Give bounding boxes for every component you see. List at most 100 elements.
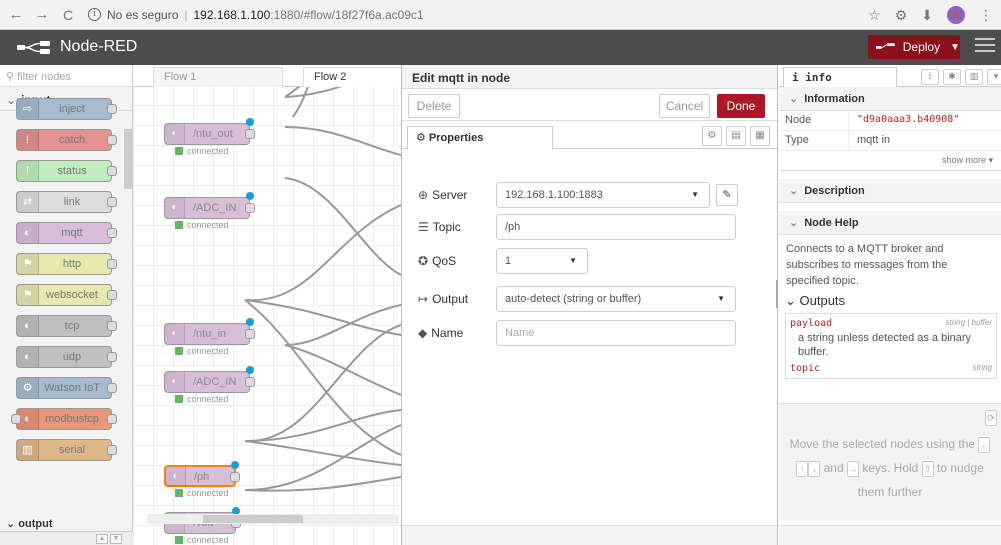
info-icon: i bbox=[792, 71, 806, 84]
palette-node-catch[interactable]: ! catch bbox=[16, 129, 117, 151]
sidebar-menu-chevron-icon[interactable]: ▾ bbox=[987, 69, 1001, 85]
output-port[interactable] bbox=[107, 290, 117, 300]
extension-icon[interactable]: ⚙ bbox=[895, 7, 908, 24]
output-select[interactable]: auto-detect (string or buffer) ▼ bbox=[496, 286, 736, 312]
hamburger-menu-icon[interactable] bbox=[975, 38, 995, 56]
output-port[interactable] bbox=[107, 197, 117, 207]
forward-icon[interactable]: → bbox=[32, 6, 52, 23]
flow-node-mqtt[interactable]: ◐ /ADC_IN bbox=[164, 366, 255, 393]
palette-filter-input[interactable]: ⚲ filter nodes bbox=[0, 65, 132, 87]
profile-avatar[interactable]: W bbox=[947, 6, 965, 24]
output-port[interactable] bbox=[107, 259, 117, 269]
flow-node-mqtt[interactable]: ◐ /ph bbox=[164, 461, 240, 487]
palette-node-status[interactable]: ! status bbox=[16, 160, 117, 182]
show-more-link[interactable]: show more ▾ bbox=[779, 151, 1001, 171]
tab-info[interactable]: i info bbox=[783, 67, 897, 87]
flow-workspace[interactable]: Flow 1 Flow 2 ◐/ntu_out connected ◐/ADC_IN… bbox=[133, 65, 401, 545]
info-value[interactable]: "d9a0aaa3.b40908" bbox=[849, 111, 959, 130]
palette-node-inject[interactable]: ⇨ inject bbox=[16, 98, 117, 120]
browser-menu-icon[interactable]: ⋮ bbox=[979, 7, 993, 24]
palette-scrollbar[interactable] bbox=[123, 89, 133, 189]
tip-panel: ⟳ Move the selected nodes using the ← ↑ ↓… bbox=[779, 403, 1001, 521]
output-property: topic string bbox=[790, 363, 992, 374]
flow-node-mqtt[interactable]: ◐ /ADC_IN bbox=[164, 192, 255, 219]
tip-text: Move the selected nodes using the ← ↑ ↓ a… bbox=[785, 432, 995, 504]
changed-badge bbox=[246, 192, 254, 200]
download-icon[interactable]: ⬇ bbox=[921, 7, 933, 24]
node-status-text: connected bbox=[187, 394, 229, 404]
node-help-section[interactable]: ⌄ Node Help bbox=[779, 211, 1001, 235]
palette-node-tcp[interactable]: ◐ tcp bbox=[16, 315, 117, 337]
editor-resize-handle[interactable] bbox=[776, 280, 778, 308]
server-select[interactable]: 192.168.1.100:1883 ▼ bbox=[496, 182, 710, 208]
flow-node-mqtt[interactable]: ◐ /ntu_in bbox=[164, 318, 255, 345]
done-button[interactable]: Done bbox=[717, 94, 765, 118]
output-port[interactable] bbox=[245, 377, 255, 387]
editor-footer bbox=[402, 525, 777, 545]
appearance-icon[interactable]: ▦ bbox=[750, 126, 770, 146]
information-section[interactable]: ⌄ Information bbox=[779, 87, 1001, 111]
address-bar[interactable]: i No es seguro | 192.168.1.100:1880/#flo… bbox=[88, 8, 424, 22]
chevron-down-icon[interactable]: ▼ bbox=[950, 42, 960, 53]
info-tab-icon[interactable]: i bbox=[921, 69, 939, 85]
reload-icon[interactable]: C bbox=[58, 7, 78, 23]
caret-icon: ▼ bbox=[717, 294, 725, 303]
delete-button[interactable]: Delete bbox=[408, 94, 460, 118]
output-property-name: payload bbox=[790, 318, 833, 329]
info-icon[interactable]: i bbox=[88, 8, 101, 21]
node-editor-tray: Edit mqtt in node Delete Cancel Done ⚙ P… bbox=[401, 65, 778, 545]
expand-all-icon[interactable]: ▼ bbox=[110, 534, 122, 544]
output-port[interactable] bbox=[107, 445, 117, 455]
info-sidebar: i info i ✱ ▥ ▾ ⌄ Information Node "d9a0aaa… bbox=[779, 65, 1001, 545]
changed-badge bbox=[246, 118, 254, 126]
information-heading: Information bbox=[804, 93, 865, 105]
output-port[interactable] bbox=[107, 383, 117, 393]
palette-node-serial[interactable]: ▥ serial bbox=[16, 439, 117, 461]
palette-node-http[interactable]: ⚑ http bbox=[16, 253, 117, 275]
deploy-button[interactable]: Deploy ▼ bbox=[868, 35, 960, 59]
dashboard-chart-icon[interactable]: ▥ bbox=[965, 69, 983, 85]
workspace-scrollbar[interactable] bbox=[147, 514, 399, 524]
bookmark-star-icon[interactable]: ☆ bbox=[868, 7, 881, 24]
qos-select[interactable]: 1 ▼ bbox=[496, 248, 588, 274]
output-port[interactable] bbox=[107, 104, 117, 114]
tab-properties[interactable]: ⚙ Properties bbox=[407, 126, 553, 150]
back-icon[interactable]: ← bbox=[6, 6, 26, 23]
output-port[interactable] bbox=[245, 203, 255, 213]
key-shift-icon: ⇧ bbox=[921, 460, 934, 477]
input-port[interactable] bbox=[11, 414, 21, 424]
output-port[interactable] bbox=[107, 414, 117, 424]
debug-bug-icon[interactable]: ✱ bbox=[943, 69, 961, 85]
output-port[interactable] bbox=[107, 321, 117, 331]
name-label-text: Name bbox=[431, 326, 464, 340]
output-port[interactable] bbox=[245, 329, 255, 339]
edit-server-pencil-icon[interactable]: ✎ bbox=[716, 184, 738, 206]
palette-node-watson-iot[interactable]: ⚙ Watson IoT bbox=[16, 377, 117, 399]
description-section[interactable]: ⌄ Description bbox=[779, 179, 1001, 203]
output-port[interactable] bbox=[107, 135, 117, 145]
output-port[interactable] bbox=[230, 472, 240, 482]
output-port[interactable] bbox=[107, 166, 117, 176]
changed-badge bbox=[231, 461, 239, 469]
tab-flow-2[interactable]: Flow 2 bbox=[303, 67, 401, 87]
palette-node-websocket[interactable]: ⚑ websocket bbox=[16, 284, 117, 306]
topic-input[interactable]: /ph bbox=[496, 214, 736, 240]
output-port[interactable] bbox=[107, 352, 117, 362]
output-port[interactable] bbox=[245, 129, 255, 139]
output-port[interactable] bbox=[107, 228, 117, 238]
palette-node-modbustcp[interactable]: ◐ modbustcp bbox=[11, 408, 117, 430]
palette-node-mqtt[interactable]: ◐ mqtt bbox=[16, 222, 117, 244]
settings-gear-icon[interactable]: ⚙ bbox=[702, 126, 722, 146]
palette-node-link[interactable]: ⇄ link bbox=[16, 191, 117, 213]
palette-node-udp[interactable]: ◐ udp bbox=[16, 346, 117, 368]
tab-flow-1[interactable]: Flow 1 bbox=[153, 67, 283, 87]
deploy-icon bbox=[876, 43, 895, 49]
info-row: Type mqtt in bbox=[779, 131, 1001, 151]
name-input[interactable]: Name bbox=[496, 320, 736, 346]
refresh-tip-icon[interactable]: ⟳ bbox=[985, 410, 997, 426]
cancel-button[interactable]: Cancel bbox=[659, 94, 710, 118]
description-icon[interactable]: ▤ bbox=[726, 126, 746, 146]
collapse-all-icon[interactable]: ▲ bbox=[96, 534, 108, 544]
flow-node-mqtt[interactable]: ◐ /ntu_out bbox=[164, 118, 255, 145]
key-up-icon: ↑ bbox=[796, 460, 809, 477]
